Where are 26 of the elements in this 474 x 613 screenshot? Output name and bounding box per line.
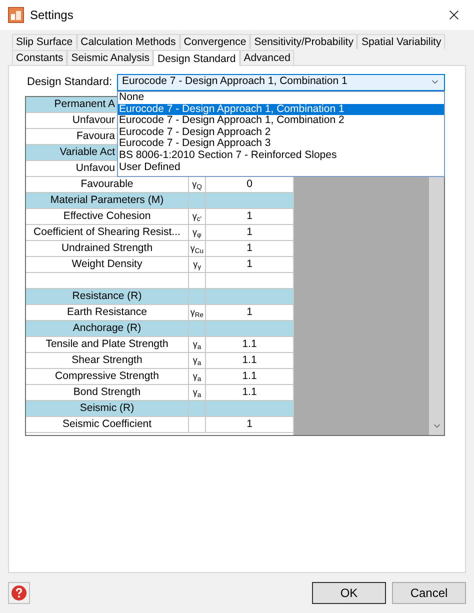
cancel-button[interactable]: Cancel (392, 582, 466, 604)
section-header-cell: Resistance (R) (26, 289, 189, 304)
section-header-cell: Material Parameters (M) (26, 193, 189, 208)
tab[interactable]: Constants (12, 50, 68, 65)
tab[interactable]: Design Standard (153, 50, 240, 66)
help-icon (11, 585, 27, 601)
tab[interactable]: Calculation Methods (76, 34, 180, 49)
tab[interactable]: Slip Surface (12, 34, 77, 49)
ok-button[interactable]: OK (312, 582, 386, 604)
section-header-cell: Seismic (R) (26, 401, 189, 416)
app-icon (8, 7, 24, 23)
dropdown-option[interactable]: Eurocode 7 - Design Approach 1, Combination 1 (118, 104, 444, 116)
tab[interactable]: Advanced (240, 50, 294, 65)
section-header-cell: Anchorage (R) (26, 321, 189, 336)
table-cell: γ$_{Q}$ (189, 177, 206, 192)
tab[interactable]: Convergence (180, 34, 250, 49)
help-button[interactable] (8, 582, 30, 604)
window-title: Settings (30, 7, 74, 24)
tab[interactable]: Sensitivity/Probability (250, 34, 358, 49)
design-standard-dropdown[interactable]: Eurocode 7 - Design Approach 1, Combination 1 (117, 74, 445, 90)
table-cell: γ$_{Re}$ (189, 305, 206, 320)
field-label: Design Standard: (26, 74, 113, 90)
table-cell: γ$_{Cu}$ (189, 241, 206, 256)
table-cell: γ$_{c'}$ (189, 209, 206, 224)
tab[interactable]: Spatial Variability (357, 34, 446, 49)
tab[interactable]: Seismic Analysis (67, 50, 154, 65)
